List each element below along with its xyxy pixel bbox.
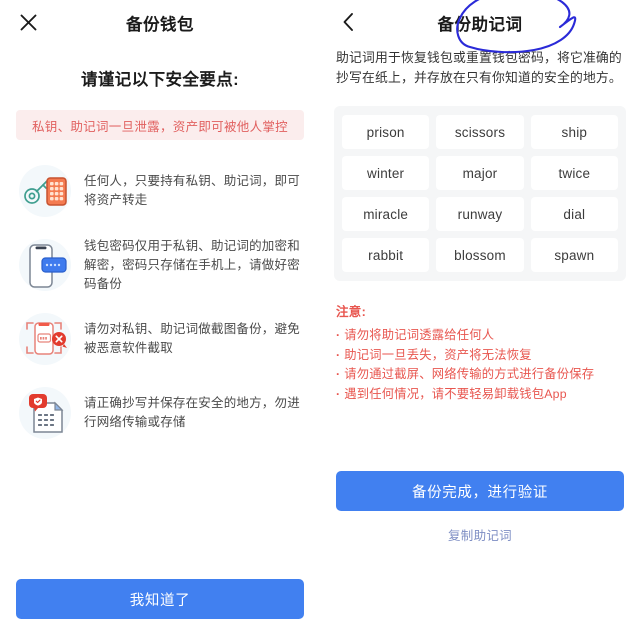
left-panel-backup-wallet: 备份钱包 请谨记以下安全要点: 私钥、助记词一旦泄露，资产即可被他人掌控 任何人… <box>0 0 320 631</box>
mnemonic-word-chip[interactable]: blossom <box>436 238 524 272</box>
security-tips-list: 任何人，只要持有私钥、助记词，即可将资产转走 钱包密码仅用于私钥、助记词的加密和… <box>0 154 320 450</box>
warning-notes-title: 注意: <box>336 305 367 319</box>
security-points-heading: 请谨记以下安全要点: <box>81 71 239 89</box>
mnemonic-word-chip[interactable]: dial <box>530 197 618 231</box>
chevron-left-icon[interactable] <box>334 8 362 36</box>
two-panel-screenshot: 备份钱包 请谨记以下安全要点: 私钥、助记词一旦泄露，资产即可被他人掌控 任何人… <box>0 0 640 631</box>
mnemonic-word-chip[interactable]: winter <box>342 156 430 190</box>
acknowledge-button[interactable]: 我知道了 <box>16 579 304 619</box>
right-page-title: 备份助记词 <box>437 16 523 34</box>
left-page-title: 备份钱包 <box>126 16 194 34</box>
list-item-label: 请勿对私钥、助记词做截图备份，避免被恶意软件截取 <box>84 322 300 355</box>
list-item: 请正确抄写并保存在安全的地方，勿进行网络传输或存储 <box>0 376 320 450</box>
mnemonic-word-chip[interactable]: spawn <box>530 238 618 272</box>
mnemonic-word-chip[interactable]: miracle <box>342 197 430 231</box>
warning-notes: 注意: 请勿将助记词透露给任何人 助记词一旦丢失，资产将无法恢复 请勿通过截屏、… <box>336 301 624 404</box>
warning-note-item: 请勿将助记词透露给任何人 <box>336 326 624 346</box>
mnemonic-word-chip[interactable]: rabbit <box>342 238 430 272</box>
warning-note-item: 助记词一旦丢失，资产将无法恢复 <box>336 346 624 366</box>
leak-warning-banner: 私钥、助记词一旦泄露，资产即可被他人掌控 <box>16 110 304 140</box>
close-icon[interactable] <box>14 8 42 36</box>
list-item: 请勿对私钥、助记词做截图备份，避免被恶意软件截取 <box>0 302 320 376</box>
phone-password-icon <box>14 236 76 294</box>
mnemonic-word-chip[interactable]: twice <box>530 156 618 190</box>
copy-mnemonic-link[interactable]: 复制助记词 <box>336 525 624 544</box>
secure-document-icon <box>14 384 76 442</box>
list-item-label: 请正确抄写并保存在安全的地方，勿进行网络传输或存储 <box>84 396 300 429</box>
backup-complete-verify-button[interactable]: 备份完成，进行验证 <box>336 471 624 511</box>
mnemonic-word-chip[interactable]: ship <box>530 115 618 149</box>
key-keypad-icon <box>14 162 76 220</box>
mnemonic-word-chip[interactable]: runway <box>436 197 524 231</box>
right-actions: 备份完成，进行验证 复制助记词 <box>336 471 624 544</box>
list-item-label: 任何人，只要持有私钥、助记词，即可将资产转走 <box>84 174 300 207</box>
right-topbar: 备份助记词 <box>320 0 640 46</box>
list-item-label: 钱包密码仅用于私钥、助记词的加密和解密，密码只存储在手机上，请做好密码备份 <box>84 238 300 291</box>
list-item: 钱包密码仅用于私钥、助记词的加密和解密，密码只存储在手机上，请做好密码备份 <box>0 228 320 302</box>
no-screenshot-icon <box>14 310 76 368</box>
mnemonic-description: 助记词用于恢复钱包或重置钱包密码，将它准确的抄写在纸上，并存放在只有你知道的安全… <box>336 50 622 85</box>
warning-note-item: 请勿通过截屏、网络传输的方式进行备份保存 <box>336 365 624 385</box>
warning-note-item: 遇到任何情况，请不要轻易卸载钱包App <box>336 385 624 405</box>
right-panel-backup-mnemonic: 备份助记词 助记词用于恢复钱包或重置钱包密码，将它准确的抄写在纸上，并存放在只有… <box>320 0 640 631</box>
mnemonic-word-grid: prison scissors ship winter major twice … <box>334 106 626 281</box>
list-item: 任何人，只要持有私钥、助记词，即可将资产转走 <box>0 154 320 228</box>
left-footer: 我知道了 <box>16 579 304 619</box>
mnemonic-word-chip[interactable]: major <box>436 156 524 190</box>
mnemonic-word-chip[interactable]: scissors <box>436 115 524 149</box>
mnemonic-word-chip[interactable]: prison <box>342 115 430 149</box>
left-topbar: 备份钱包 <box>0 0 320 46</box>
